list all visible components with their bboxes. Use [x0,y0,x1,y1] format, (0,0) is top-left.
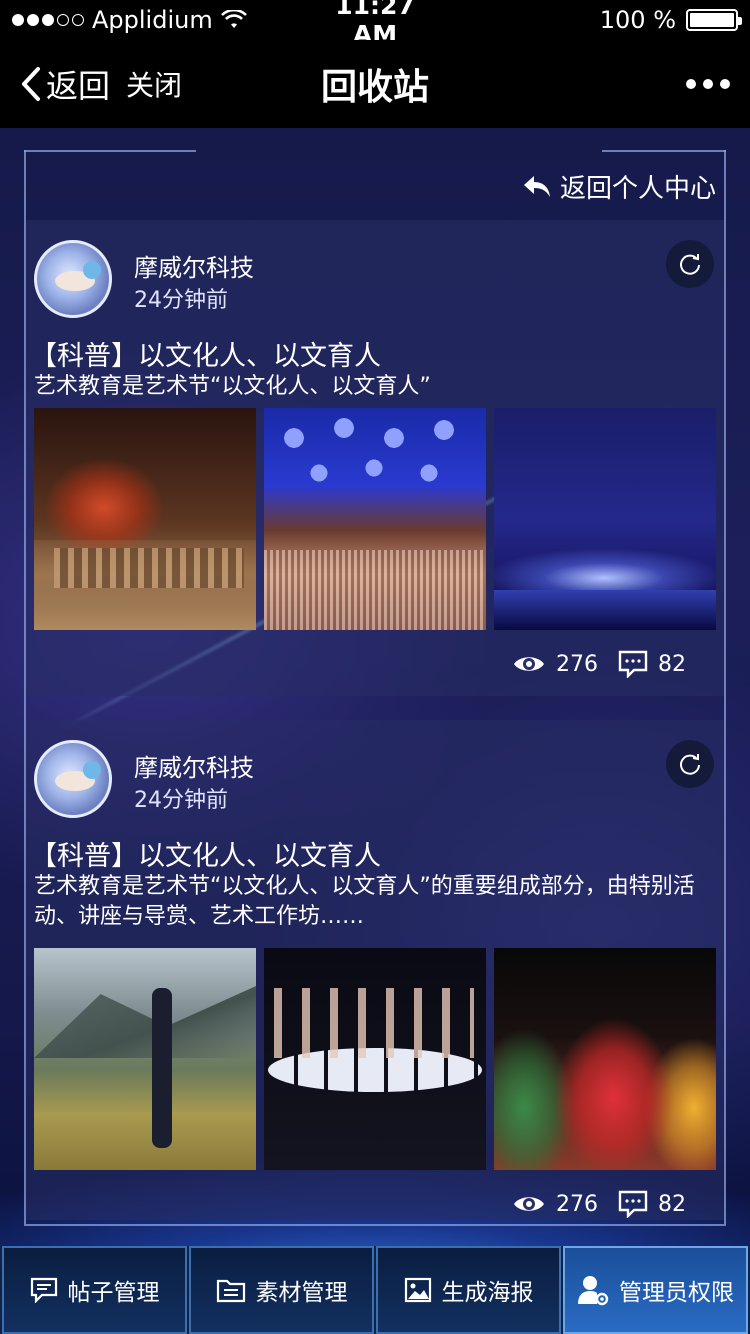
post-title: 【科普】以文化人、以文育人 [30,341,381,372]
page-title: 回收站 [320,67,429,108]
post-title: 【科普】以文化人、以文育人 [30,841,381,872]
restore-icon [680,254,700,275]
post-author: 摩威尔科技 [134,254,254,282]
post-stats: 276 82 [512,1190,686,1218]
battery-percent: 100 % [599,6,676,34]
tab-post-management[interactable]: 帖子管理 [2,1246,187,1334]
tab-label: 管理员权限 [619,1280,734,1306]
carrier-label: Applidium [92,6,213,34]
signal-icon [12,14,84,26]
tab-label: 帖子管理 [67,1280,160,1306]
concert-hall-photo[interactable] [264,408,486,630]
tab-generate-poster[interactable]: 生成海报 [376,1246,561,1334]
comment-icon [618,650,648,678]
folder-icon [216,1279,245,1303]
main-content: 返回个人中心 摩威尔科技 24分钟前 【科普】以文化人、以文育人 艺术教育是艺术… [0,128,750,1246]
frame-corner-right [602,150,726,152]
avatar[interactable] [34,240,112,318]
avatar[interactable] [34,740,112,818]
post-description: 艺术教育是艺术节“以文化人、以文育人” [34,374,431,399]
restore-icon [680,754,700,775]
post-card[interactable]: 摩威尔科技 24分钟前 【科普】以文化人、以文育人 艺术教育是艺术节“以文化人、… [26,720,724,1220]
post-time: 24分钟前 [134,288,228,313]
tab-admin-permissions[interactable]: 管理员权限 [563,1246,748,1334]
more-icon[interactable] [686,79,730,89]
eye-icon [514,1197,544,1211]
performer-field-photo[interactable] [34,948,256,1170]
tab-label: 素材管理 [255,1280,348,1306]
image-icon [404,1277,431,1303]
tab-material-management[interactable]: 素材管理 [189,1246,374,1334]
status-bar: Applidium 11:27 AM 100 % [0,0,750,49]
restore-button[interactable] [666,240,714,288]
post-stats: 276 82 [512,650,686,678]
post-time: 24分钟前 [134,788,228,813]
view-count: 276 [556,651,598,677]
back-label: 返回 [46,67,111,105]
comment-icon [618,1190,648,1218]
restore-button[interactable] [666,740,714,788]
reply-icon [523,175,550,197]
battery-icon [686,9,742,31]
post-description: 艺术教育是艺术节“以文化人、以文育人”的重要组成部分，由特别活动、讲座与导赏、艺… [34,874,695,929]
view-count: 276 [556,1191,598,1217]
dance-stage-photo[interactable] [494,408,716,630]
back-to-center-button[interactable]: 返回个人中心 [522,168,716,205]
post-photos [34,408,716,630]
tab-bar: 帖子管理 素材管理 生成海报 管理员权限 [0,1246,750,1334]
chat-icon [30,1277,57,1303]
stage-photo[interactable] [34,408,256,630]
chevron-left-icon [22,67,40,101]
comment-count: 82 [658,651,686,677]
post-card[interactable]: 摩威尔科技 24分钟前 【科普】以文化人、以文育人 艺术教育是艺术节“以文化人、… [26,220,724,696]
eye-icon [514,657,544,671]
comment-count: 82 [658,1191,686,1217]
post-author: 摩威尔科技 [134,754,254,782]
admin-icon [578,1276,609,1306]
wifi-icon [220,10,247,28]
post-photos [34,948,716,1170]
back-button[interactable]: 返回 [20,61,110,107]
frame-corner-left [24,150,196,152]
nav-bar: 返回 关闭 回收站 [0,40,750,128]
choir-photo[interactable] [494,948,716,1170]
back-to-center-label: 返回个人中心 [559,174,716,204]
tab-label: 生成海报 [441,1280,534,1306]
close-button[interactable]: 关闭 [126,64,182,104]
ballet-photo[interactable] [264,948,486,1170]
